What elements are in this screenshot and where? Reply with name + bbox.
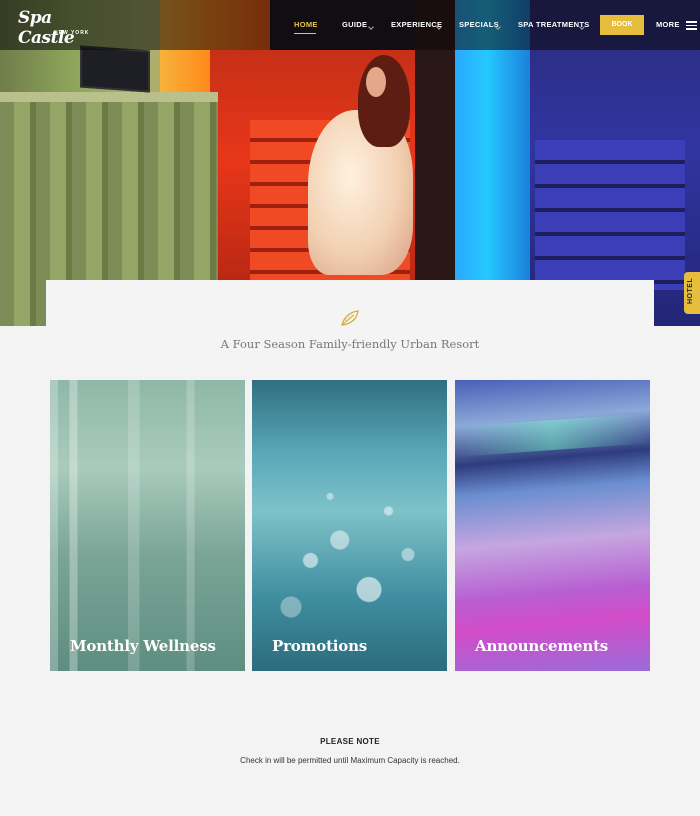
tagline: A Four Season Family-friendly Urban Reso… (220, 337, 480, 351)
leaf-icon (341, 310, 359, 326)
nav-item-guide[interactable]: GUIDE (342, 20, 367, 29)
nav-item-more[interactable]: MORE (656, 20, 680, 29)
card-announcements[interactable]: Announcements (455, 380, 650, 671)
hero-hair (358, 55, 410, 147)
logo-subtext: NEW YORK (54, 30, 90, 36)
nav-item-specials[interactable]: SPECIALS (459, 20, 499, 29)
nav-item-experience[interactable]: EXPERIENCE (391, 20, 442, 29)
chevron-down-icon (368, 24, 374, 30)
book-button[interactable]: BOOK (600, 15, 644, 35)
brand-logo[interactable]: Spa Castle NEW YORK (18, 8, 94, 48)
hero-monitor (80, 45, 150, 93)
hero-person (308, 55, 418, 280)
card-shine (455, 413, 650, 457)
notice-title: PLEASE NOTE (320, 737, 380, 746)
card-monthly-wellness[interactable]: Monthly Wellness (50, 380, 245, 671)
nav-active-underline (294, 33, 316, 34)
hotel-tab-label: HOTEL (687, 277, 694, 304)
hamburger-menu-icon[interactable] (686, 21, 697, 30)
logo-text: Spa Castle (18, 8, 75, 48)
hero-face (366, 67, 386, 97)
nav-item-home[interactable]: HOME (294, 20, 318, 29)
card-label: Monthly Wellness (70, 637, 216, 655)
hotel-side-tab[interactable]: HOTEL (684, 272, 700, 314)
card-promotions[interactable]: Promotions (252, 380, 447, 671)
notice-text: Check in will be permitted until Maximum… (240, 756, 460, 765)
card-label: Announcements (475, 637, 609, 655)
hero-blue-bench (535, 140, 685, 290)
hero-desk-top (0, 92, 218, 102)
top-navigation: Spa Castle NEW YORK HOME GUIDE EXPERIENC… (0, 0, 700, 50)
card-label: Promotions (272, 637, 368, 655)
